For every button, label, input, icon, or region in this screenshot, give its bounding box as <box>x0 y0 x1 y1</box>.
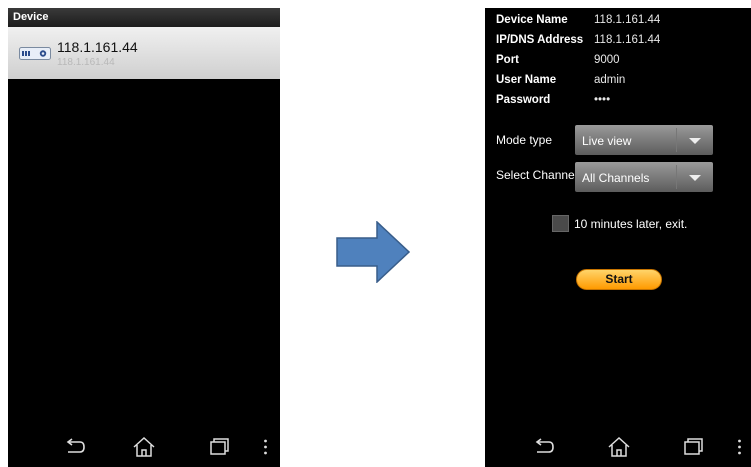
back-icon[interactable] <box>531 435 557 459</box>
info-label: Port <box>496 54 519 66</box>
recent-apps-icon[interactable] <box>206 435 232 459</box>
exit-checkbox-label: 10 minutes later, exit. <box>574 217 688 231</box>
select-channel-value: All Channels <box>582 171 650 185</box>
home-icon[interactable] <box>131 435 157 459</box>
info-label: IP/DNS Address <box>496 34 584 46</box>
device-detail-screen: Device Name 118.1.161.44 IP/DNS Address … <box>485 8 751 467</box>
android-nav-bar <box>8 427 280 467</box>
info-label: Device Name <box>496 14 568 26</box>
device-list-item[interactable]: 118.1.161.44 118.1.161.44 <box>8 27 280 79</box>
home-icon[interactable] <box>606 435 632 459</box>
info-value: 9000 <box>594 54 620 66</box>
info-value: 118.1.161.44 <box>594 14 661 26</box>
select-divider <box>676 128 677 152</box>
right-arrow-icon <box>336 221 410 283</box>
menu-icon[interactable] <box>264 438 267 456</box>
device-list-screen: Device 118.1.161.44 118.1.161.44 <box>8 8 280 467</box>
mode-type-select[interactable]: Live view <box>575 125 713 155</box>
info-value: 118.1.161.44 <box>594 34 661 46</box>
chevron-down-icon <box>689 175 701 181</box>
menu-icon[interactable] <box>738 438 741 456</box>
info-value: admin <box>594 74 626 86</box>
info-value: •••• <box>594 94 611 106</box>
dvr-device-icon <box>19 47 51 60</box>
select-channel-select[interactable]: All Channels <box>575 162 713 192</box>
info-label: Password <box>496 94 551 106</box>
info-label: User Name <box>496 74 557 86</box>
select-divider <box>676 165 677 189</box>
android-nav-bar <box>485 427 751 467</box>
mode-type-value: Live view <box>582 134 632 148</box>
start-button[interactable]: Start <box>576 269 662 290</box>
back-icon[interactable] <box>62 435 88 459</box>
mode-type-label: Mode type <box>496 133 553 147</box>
screen-title: Device <box>8 8 280 27</box>
device-name: 118.1.161.44 <box>57 39 138 55</box>
exit-checkbox[interactable] <box>552 215 569 232</box>
recent-apps-icon[interactable] <box>680 435 706 459</box>
device-ip: 118.1.161.44 <box>57 57 115 68</box>
chevron-down-icon <box>689 138 701 144</box>
